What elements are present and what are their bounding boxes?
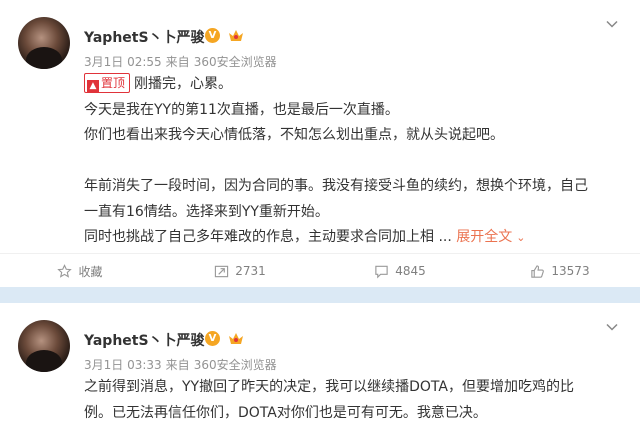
post-meta: 3月1日 03:33 来自 360安全浏览器 (84, 356, 281, 373)
thumbs-up-icon (531, 264, 545, 278)
member-crown-icon (229, 30, 243, 41)
pin-label: 置顶 (101, 76, 126, 90)
post-date[interactable]: 3月1日 03:33 (84, 358, 162, 372)
avatar[interactable] (18, 17, 70, 69)
post-line: 例。已无法再信任你们，DOTA对你们也是可有可无。我意已决。 (84, 404, 487, 421)
verified-badge-icon: V (205, 331, 220, 346)
comment-button[interactable]: 4845 (320, 254, 480, 288)
action-bar: 收藏 2731 4845 13573 (0, 253, 640, 288)
expand-full-text-link[interactable]: 展开全文 ⌄ (456, 229, 525, 245)
avatar[interactable] (18, 320, 70, 372)
feed-separator (0, 287, 640, 303)
post-line-empty (84, 149, 624, 175)
repost-count: 2731 (235, 264, 266, 278)
username[interactable]: YaphetS丶卜严骏 (84, 330, 205, 350)
post-card-1: YaphetS丶卜严骏 V 3月1日 02:55 来自 360安全浏览器 ▲ 置顶 刚播… (0, 0, 640, 287)
expand-label: 展开全文 (456, 229, 513, 245)
post-text: ▲ 置顶 刚播完，心累。 今天是我在YY的第11次直播，也是最后一次直播。 你们也看… (84, 72, 624, 251)
repost-button[interactable]: 2731 (160, 254, 320, 288)
favorite-label: 收藏 (78, 264, 103, 279)
source-name: 360安全浏览器 (193, 358, 277, 372)
comment-icon (375, 265, 388, 278)
post-line: 之前得到消息，YY撤回了昨天的决定，我可以继续播DOTA，但要增加吃鸡的比 (84, 379, 574, 395)
chevron-down-icon[interactable] (606, 321, 618, 333)
repost-icon (215, 265, 229, 277)
star-icon (57, 263, 73, 278)
post-line: 同时也挑战了自己多年难改的作息，主动要求合同加上相 ... 展开全文 ⌄ (84, 225, 624, 251)
post-line: 年前消失了一段时间，因为合同的事。我没有接受斗鱼的续约，想换个环境，自己 (84, 178, 588, 194)
source-prefix: 来自 (165, 55, 190, 69)
chevron-down-icon[interactable] (606, 18, 618, 30)
post-line-text: 刚播完，心累。 (134, 76, 233, 92)
post-meta: 3月1日 02:55 来自 360安全浏览器 (84, 53, 281, 70)
username[interactable]: YaphetS丶卜严骏 (84, 27, 205, 47)
member-crown-icon (229, 333, 243, 344)
like-count: 13573 (551, 264, 590, 278)
verified-badge-icon: V (205, 28, 220, 43)
post-card-2: YaphetS丶卜严骏 V 3月1日 03:33 来自 360安全浏览器 之前得到消… (0, 303, 640, 433)
post-line: 今天是我在YY的第11次直播，也是最后一次直播。 (84, 101, 399, 118)
post-line: ▲ 置顶 刚播完，心累。 (84, 72, 624, 98)
source-name: 360安全浏览器 (193, 55, 277, 69)
post-line: 你们也看出来我今天心情低落，不知怎么划出重点，就从头说起吧。 (84, 127, 504, 143)
post-text: 之前得到消息，YY撤回了昨天的决定，我可以继续播DOTA，但要增加吃鸡的比 例。… (84, 375, 624, 426)
source-prefix: 来自 (165, 358, 190, 372)
chevron-down-icon: ⌄ (516, 231, 526, 244)
pin-badge: ▲ 置顶 (84, 73, 131, 93)
post-date[interactable]: 3月1日 02:55 (84, 55, 162, 69)
post-line-text: 同时也挑战了自己多年难改的作息，主动要求合同加上相 ... (84, 229, 452, 245)
like-button[interactable]: 13573 (480, 254, 640, 288)
comment-count: 4845 (395, 264, 426, 278)
pin-icon: ▲ (87, 80, 99, 92)
post-line: 一直有16情结。选择来到YY重新开始。 (84, 203, 329, 220)
favorite-button[interactable]: 收藏 (0, 254, 160, 288)
